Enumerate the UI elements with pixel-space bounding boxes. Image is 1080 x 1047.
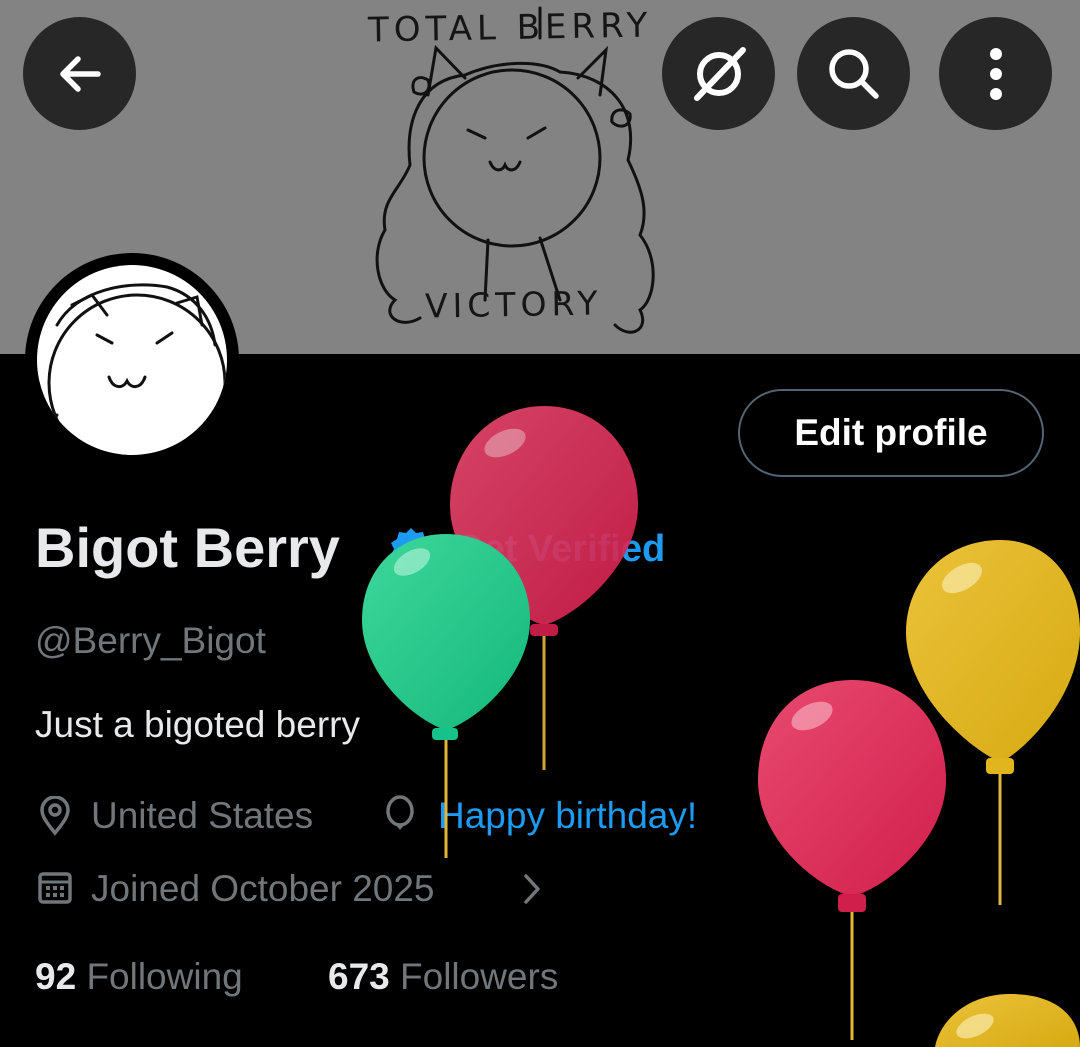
location-text: United States: [91, 795, 314, 836]
calendar-icon: [38, 872, 72, 904]
more-button[interactable]: [939, 17, 1052, 130]
chevron-right-icon[interactable]: [520, 872, 544, 906]
location-pin-icon: [40, 796, 70, 836]
banner-caption-bottom: VICTORY: [424, 283, 603, 326]
user-handle: @Berry_Bigot: [35, 620, 266, 661]
grok-button[interactable]: [662, 17, 775, 130]
get-verified-link[interactable]: Get Verified: [454, 528, 665, 571]
balloon-gold-1: [906, 540, 1080, 905]
following-label: Following: [86, 956, 243, 997]
arrow-left-icon: [59, 55, 101, 92]
edit-profile-button[interactable]: Edit profile: [738, 389, 1044, 477]
avatar-drawing: [47, 283, 227, 455]
search-button[interactable]: [797, 17, 910, 130]
followers-link[interactable]: 673 Followers: [328, 956, 558, 998]
followers-label: Followers: [400, 956, 559, 997]
birthday-text: Happy birthday!: [438, 795, 698, 836]
balloon-red-2: [758, 680, 946, 1040]
balloon-icon: [386, 795, 414, 830]
balloon-red-1: [450, 406, 638, 770]
following-count: 92: [35, 956, 77, 997]
search-icon: [828, 48, 879, 99]
banner-caption-top: TOTAL BERRY: [367, 5, 653, 51]
balloon-gold-2: [935, 994, 1080, 1047]
display-name: Bigot Berry: [35, 516, 340, 579]
following-link[interactable]: 92 Following: [35, 956, 243, 998]
verified-badge-icon[interactable]: [388, 526, 434, 572]
more-vertical-icon: [989, 47, 1002, 100]
bio: Just a bigoted berry: [35, 704, 360, 745]
followers-count: 673: [328, 956, 390, 997]
back-button[interactable]: [23, 17, 136, 130]
avatar[interactable]: [25, 253, 239, 467]
grok-icon: [693, 46, 746, 101]
joined-date: Joined October 2025: [91, 868, 435, 909]
